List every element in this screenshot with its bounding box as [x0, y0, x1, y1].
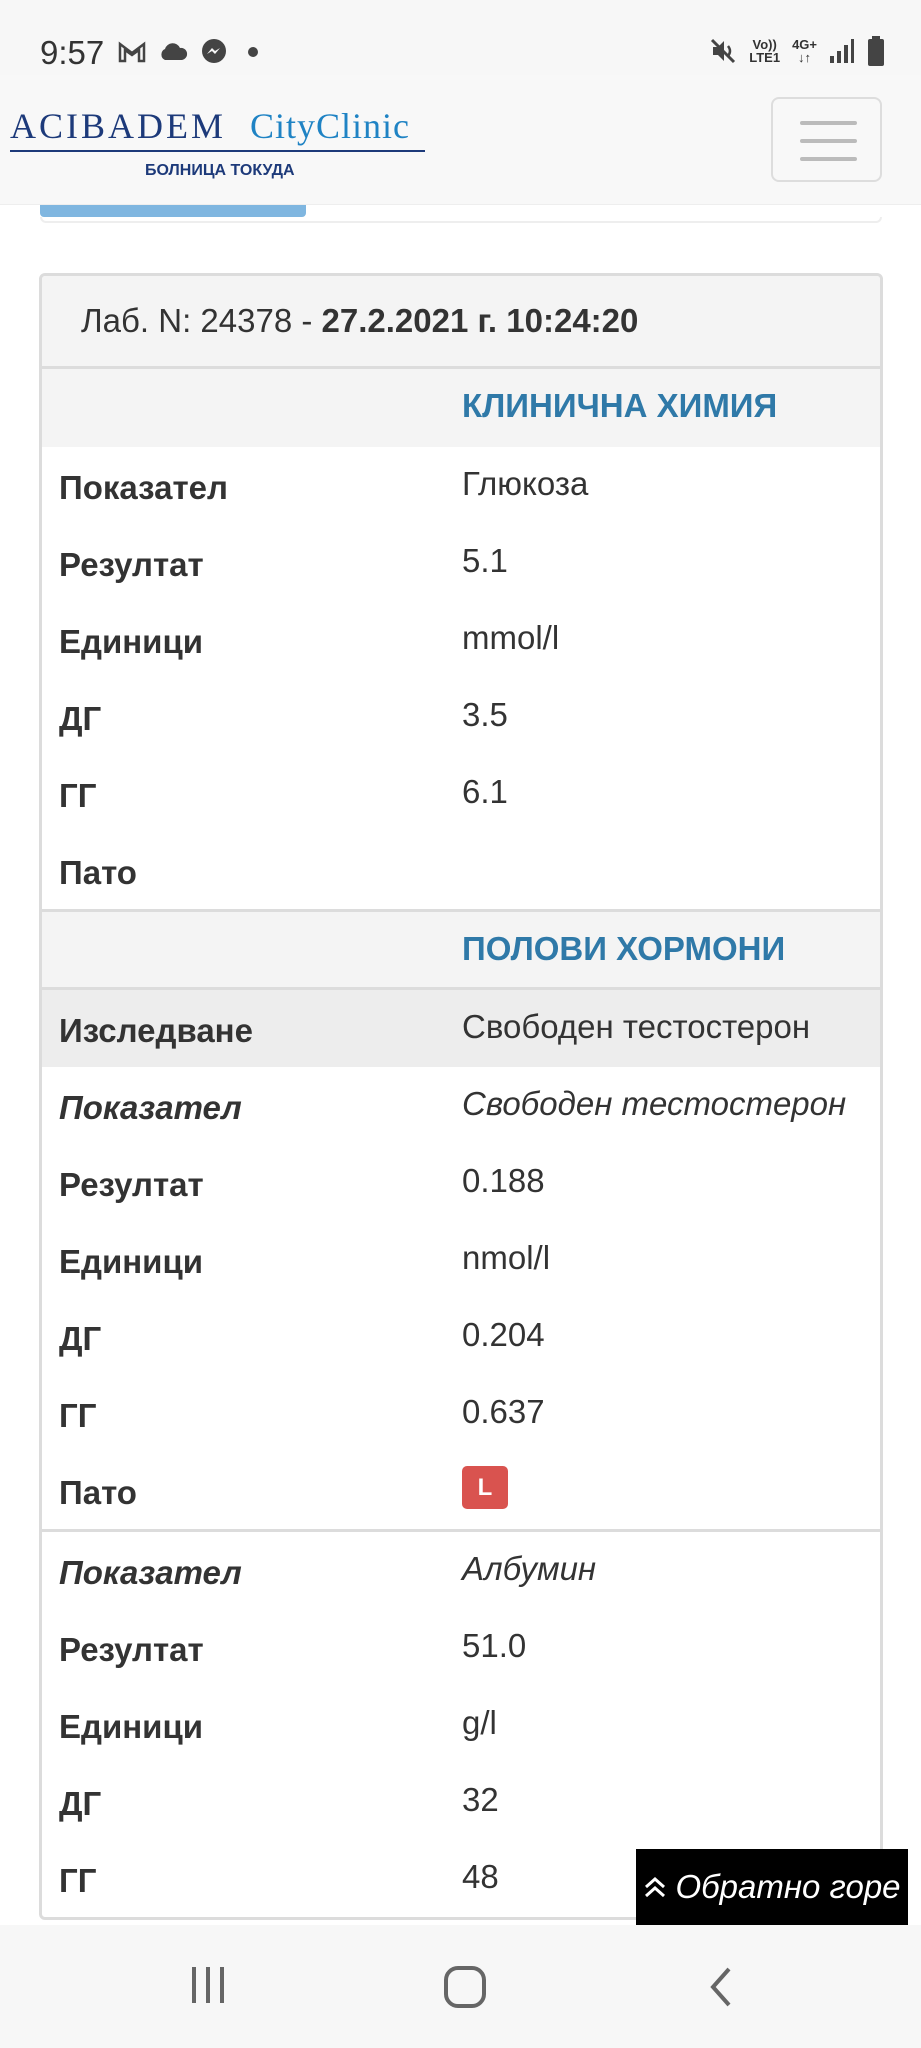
lab-result-panel: Лаб. N: 24378 - 27.2.2021 г. 10:24:20 КЛ…: [39, 273, 883, 1920]
cloud-icon: [161, 43, 188, 60]
section-title: ПОЛОВИ ХОРМОНИ: [462, 930, 786, 967]
result-block: Показател Глюкоза Резултат 5.1 Единици mmol…: [42, 447, 880, 912]
menu-button[interactable]: [771, 97, 882, 182]
row-label: ДГ: [59, 700, 102, 737]
back-to-top-button[interactable]: Обратно горе: [636, 1849, 908, 1925]
row-label: ДГ: [59, 1320, 102, 1357]
lab-header: Лаб. N: 24378 - 27.2.2021 г. 10:24:20: [42, 276, 880, 369]
row-label: Единици: [59, 1708, 204, 1745]
row-value: Свободен тестостерон: [462, 1008, 811, 1045]
battery-icon: [868, 36, 884, 66]
dot-icon: [248, 47, 258, 57]
study-row: Изследване Свободен тестостерон: [42, 990, 880, 1067]
result-row: Резултат 5.1: [42, 524, 880, 601]
result-row: Показател Албумин: [42, 1532, 880, 1609]
result-row: ГГ 6.1: [42, 755, 880, 832]
messenger-icon: [202, 39, 226, 63]
site-header: ACIBADEM CityClinic БОЛНИЦА ТОКУДА: [0, 75, 921, 205]
data-arrows-icon: ↓↑: [798, 50, 812, 65]
logo-text: ACIBADEM CityClinic: [10, 105, 425, 147]
logo-underline: [10, 150, 425, 152]
section-title: КЛИНИЧНА ХИМИЯ: [462, 387, 778, 424]
double-chevron-up-icon: [645, 1876, 666, 1898]
volte-bottom: LTE1: [749, 50, 781, 65]
result-row: Резултат 0.188: [42, 1144, 880, 1221]
row-label: Изследване: [59, 1012, 253, 1049]
result-row: Единици nmol/l: [42, 1221, 880, 1298]
status-bar: 9:57 Vo)) LTE1 4G+ ↓↑: [0, 0, 921, 75]
row-value: mmol/l: [462, 619, 560, 656]
row-value: 6.1: [462, 773, 508, 810]
row-value: 32: [462, 1781, 499, 1818]
logo[interactable]: ACIBADEM CityClinic БОЛНИЦА ТОКУДА: [10, 105, 425, 180]
row-label: Резултат: [59, 546, 204, 583]
logo-subtitle: БОЛНИЦА ТОКУДА: [145, 162, 295, 179]
logo-main: ACIBADEM: [10, 106, 227, 146]
volte-indicator: Vo)) LTE1: [749, 38, 780, 64]
section-header: КЛИНИЧНА ХИМИЯ: [42, 369, 880, 447]
row-value: 48: [462, 1858, 499, 1895]
section-header: ПОЛОВИ ХОРМОНИ: [42, 912, 880, 990]
lab-date: 27.2.2021 г. 10:24:20: [321, 302, 639, 339]
logo-city: CityClinic: [250, 106, 411, 146]
lab-number: Лаб. N: 24378 -: [81, 302, 322, 339]
pathology-badge: L: [462, 1466, 508, 1509]
row-value: 0.637: [462, 1393, 545, 1430]
recent-apps-icon[interactable]: [188, 1965, 228, 2005]
row-value: 0.188: [462, 1162, 545, 1199]
network-indicator: 4G+ ↓↑: [792, 38, 817, 64]
row-value: 5.1: [462, 542, 508, 579]
row-label: ГГ: [59, 1862, 97, 1899]
row-label: Единици: [59, 1243, 204, 1280]
back-icon[interactable]: [705, 1965, 737, 2009]
result-row: ДГ 3.5: [42, 678, 880, 755]
row-value: 0.204: [462, 1316, 545, 1353]
row-label: Резултат: [59, 1631, 204, 1668]
result-row: Единици mmol/l: [42, 601, 880, 678]
status-icons-right: Vo)) LTE1 4G+ ↓↑: [709, 36, 885, 66]
row-value: Глюкоза: [462, 465, 589, 502]
row-value: nmol/l: [462, 1239, 551, 1276]
result-row: Показател Глюкоза: [42, 447, 880, 524]
result-row: ДГ 32: [42, 1763, 880, 1840]
row-label: ДГ: [59, 1785, 102, 1822]
row-value: Свободен тестостерон: [462, 1085, 847, 1122]
row-value: 3.5: [462, 696, 508, 733]
result-row: Показател Свободен тестостерон: [42, 1067, 880, 1144]
result-row: ДГ 0.204: [42, 1298, 880, 1375]
result-row: Резултат 51.0: [42, 1609, 880, 1686]
tab-button-partial[interactable]: [40, 205, 306, 217]
mute-icon: [711, 38, 736, 64]
home-icon[interactable]: [443, 1965, 487, 2009]
row-value: 51.0: [462, 1627, 527, 1664]
gmail-icon: [118, 41, 146, 63]
result-block: Изследване Свободен тестостерон Показател…: [42, 990, 880, 1532]
row-label: ГГ: [59, 1397, 97, 1434]
row-label: Единици: [59, 623, 204, 660]
back-to-top-label: Обратно горе: [675, 1868, 901, 1905]
row-label: Пато: [59, 854, 137, 891]
row-label: Показател: [59, 1089, 242, 1126]
result-row: Пато L: [42, 1452, 880, 1529]
row-label: ГГ: [59, 777, 97, 814]
row-value: g/l: [462, 1704, 497, 1741]
row-value: Албумин: [462, 1550, 597, 1587]
row-label: Показател: [59, 1554, 242, 1591]
result-row: Единици g/l: [42, 1686, 880, 1763]
result-row: ГГ 0.637: [42, 1375, 880, 1452]
status-icons-left: [118, 38, 258, 66]
result-row: Пато: [42, 832, 880, 909]
tab-container-edge: [40, 217, 882, 223]
row-label: Показател: [59, 469, 228, 506]
row-label: Резултат: [59, 1166, 204, 1203]
row-label: Пато: [59, 1474, 137, 1511]
signal-icon: [830, 39, 854, 63]
system-nav-bar: [0, 1925, 921, 2048]
status-time: 9:57: [40, 34, 105, 71]
